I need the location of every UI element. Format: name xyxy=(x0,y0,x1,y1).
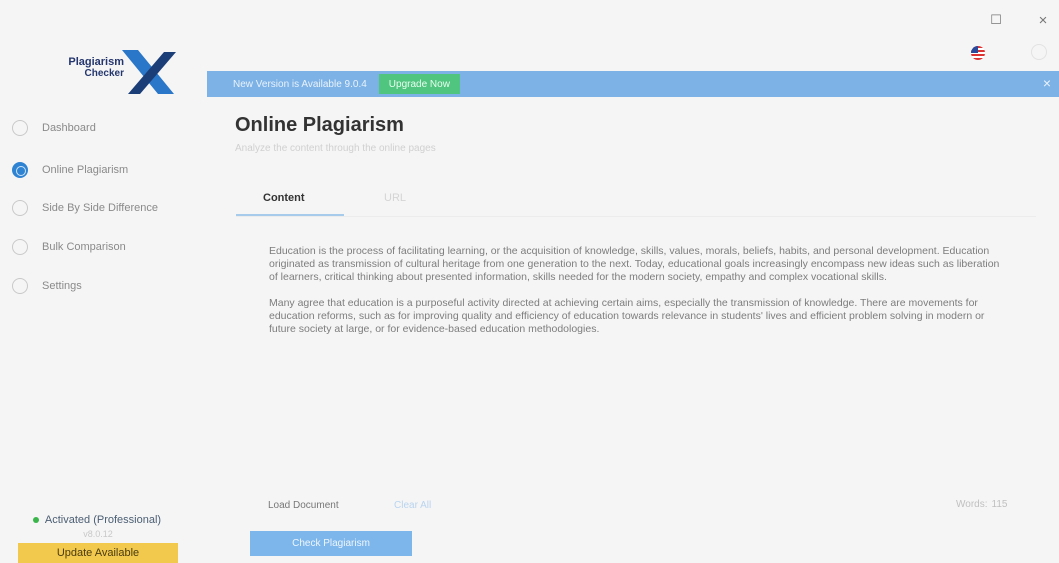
content-text-area[interactable]: Education is the process of facilitating… xyxy=(253,235,1039,480)
dashboard-icon xyxy=(12,120,28,136)
sidebar-item-label: Bulk Comparison xyxy=(42,241,126,253)
close-window-button[interactable]: × xyxy=(1033,10,1053,30)
content-paragraph-2: Many agree that education is a purposefu… xyxy=(269,297,985,335)
sidebar-item-dashboard[interactable]: Dashboard xyxy=(12,117,192,139)
banner-close-icon[interactable]: × xyxy=(1043,75,1051,91)
activation-label: Activated (Professional) xyxy=(44,514,162,526)
word-count: Words: 115 xyxy=(956,499,1007,510)
version-label: v8.0.12 xyxy=(83,529,113,539)
tab-url[interactable]: URL xyxy=(384,192,406,204)
logo-line-2: Checker xyxy=(84,68,124,79)
status-dot-icon xyxy=(32,517,39,523)
maximize-button[interactable]: ☐ xyxy=(986,10,1006,30)
update-banner: New Version is Available 9.0.4 Upgrade N… xyxy=(207,71,1059,97)
content-paragraph-1: Education is the process of facilitating… xyxy=(269,245,1000,283)
update-available-button[interactable]: Update Available xyxy=(18,543,178,563)
us-flag-icon[interactable] xyxy=(971,46,985,60)
gear-icon xyxy=(12,278,28,294)
logo-text: Plagiarism Checker xyxy=(38,56,124,80)
page-title: Online Plagiarism xyxy=(235,114,404,136)
check-plagiarism-button[interactable]: Check Plagiarism xyxy=(250,531,412,556)
banner-text: New Version is Available 9.0.4 xyxy=(233,78,367,90)
word-count-label: Words: xyxy=(956,499,988,510)
logo-x-mark-icon xyxy=(122,50,176,94)
app-logo: Plagiarism Checker xyxy=(38,50,178,94)
bulk-icon xyxy=(12,239,28,255)
globe-icon xyxy=(12,162,28,178)
sidebar-item-side-by-side[interactable]: Side By Side Difference xyxy=(12,197,192,219)
tab-divider xyxy=(236,216,1036,217)
sidebar-item-bulk-comparison[interactable]: Bulk Comparison xyxy=(12,236,192,258)
sidebar-item-label: Settings xyxy=(42,280,82,292)
word-count-value: 115 xyxy=(991,499,1008,510)
sidebar-item-label: Dashboard xyxy=(42,122,96,134)
compare-icon xyxy=(12,200,28,216)
tab-content[interactable]: Content xyxy=(263,192,305,204)
sidebar-item-label: Online Plagiarism xyxy=(42,164,129,176)
load-document-button[interactable]: Load Document xyxy=(268,500,339,511)
sidebar-item-label: Side By Side Difference xyxy=(42,202,158,214)
sidebar: Plagiarism Checker Dashboard Online Plag… xyxy=(0,0,205,563)
user-avatar-icon[interactable] xyxy=(1031,44,1047,60)
sidebar-item-settings[interactable]: Settings xyxy=(12,275,192,297)
page-subtitle: Analyze the content through the online p… xyxy=(235,143,436,154)
logo-line-1: Plagiarism xyxy=(68,56,124,68)
active-tab-indicator xyxy=(236,214,344,216)
app-window: ☐ × Plagiarism Checker Dashboard Online … xyxy=(0,0,1059,563)
clear-all-button[interactable]: Clear All xyxy=(394,500,431,511)
upgrade-now-button[interactable]: Upgrade Now xyxy=(378,74,460,94)
activation-status: Activated (Professional) xyxy=(12,514,182,526)
sidebar-item-online-plagiarism[interactable]: Online Plagiarism xyxy=(12,159,192,181)
